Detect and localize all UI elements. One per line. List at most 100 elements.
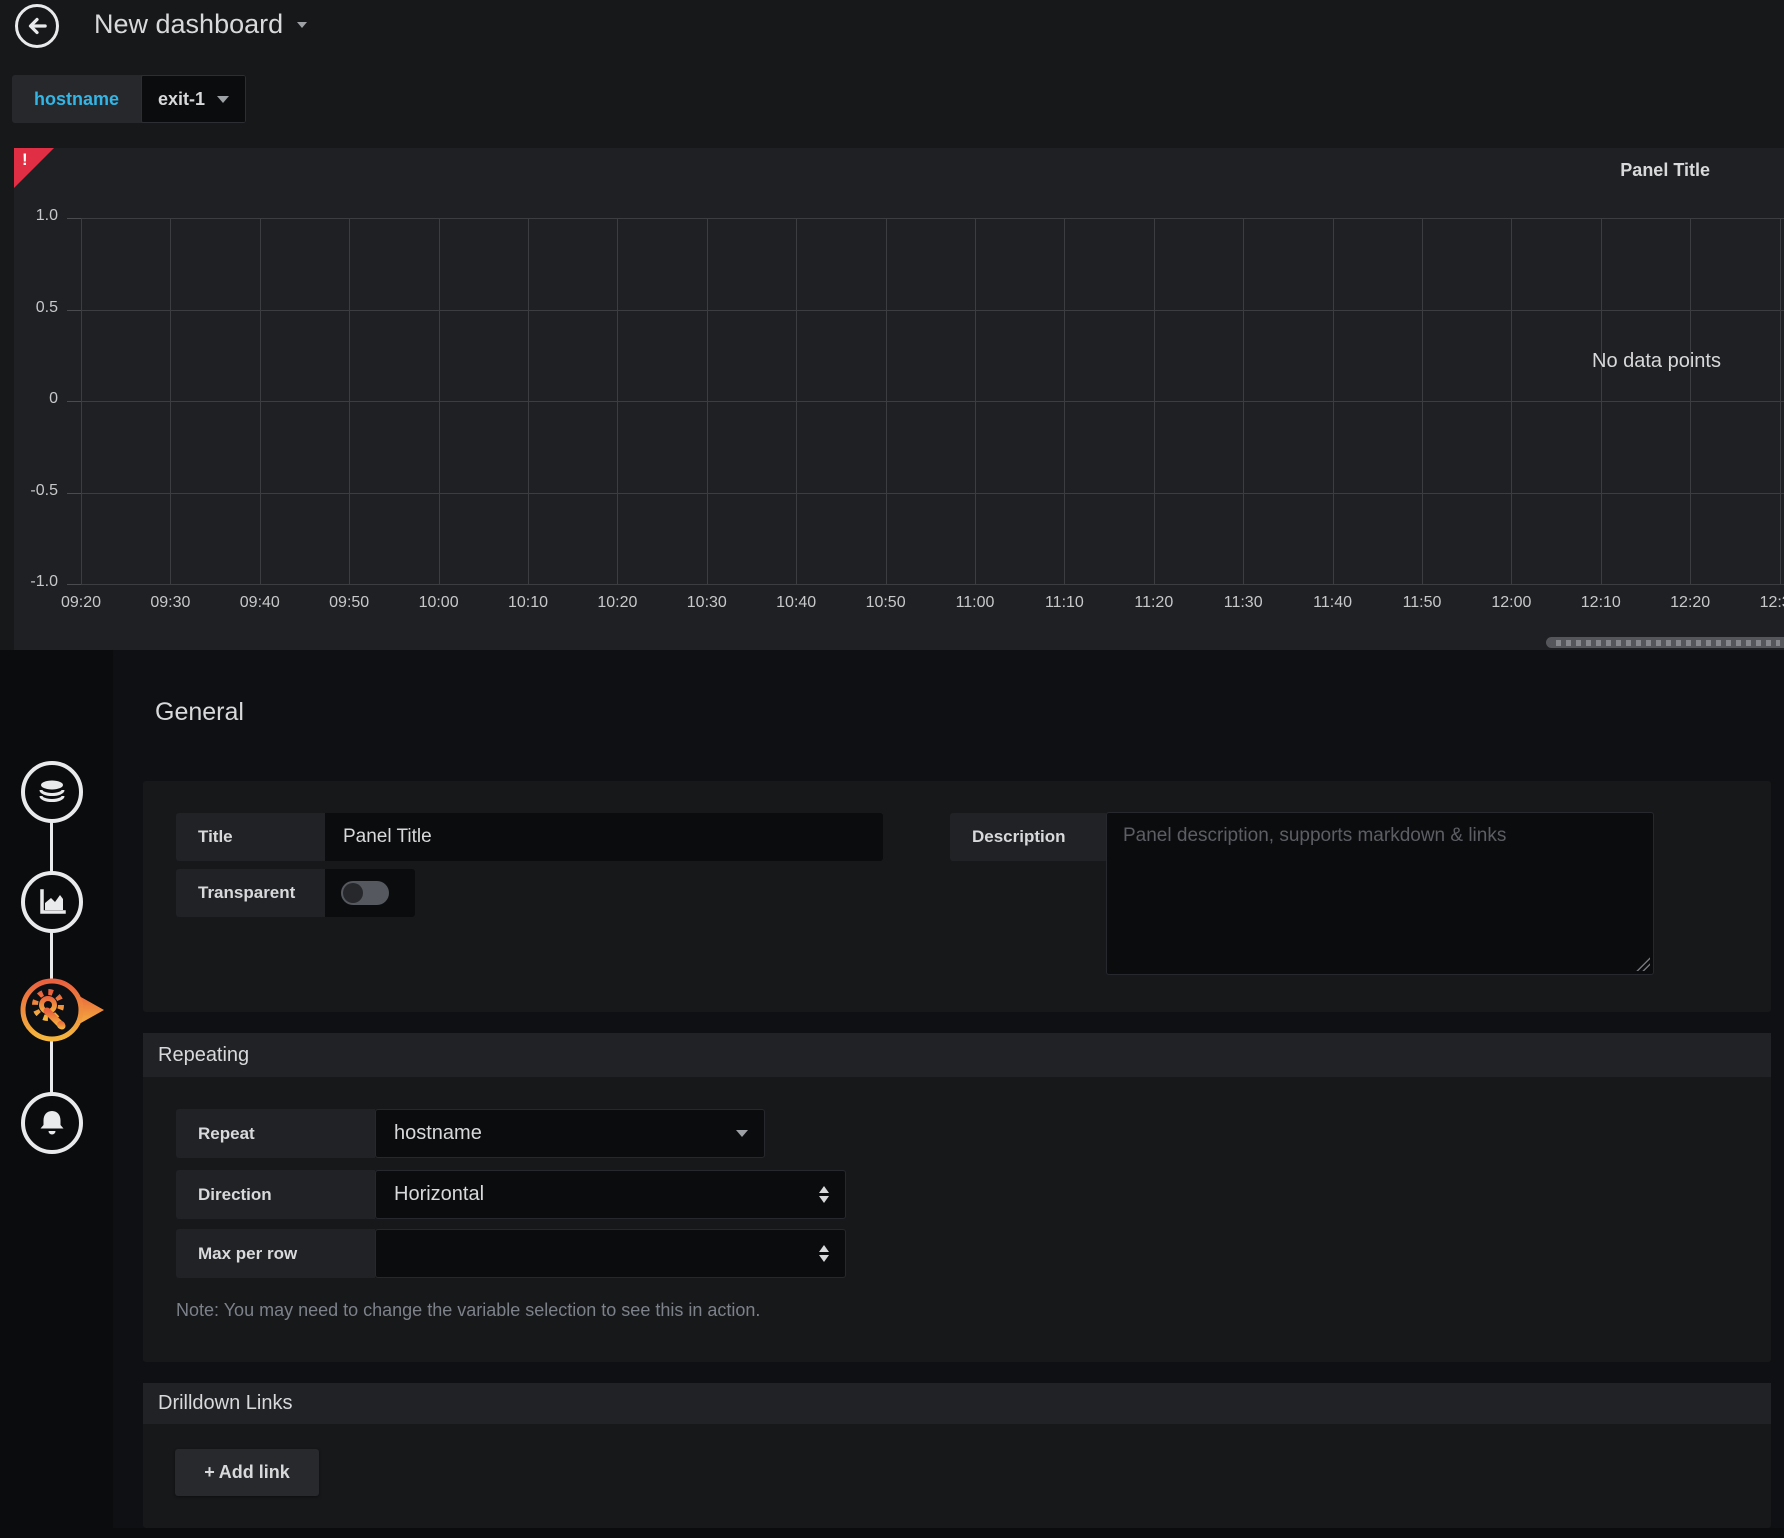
plot-area: 1.00.50-0.5-1.009:2009:3009:4009:5010:00…: [14, 148, 1784, 650]
gridline-horizontal: [81, 310, 1784, 311]
gridline-vertical: [170, 218, 171, 584]
x-axis-tick-label: 12:20: [1650, 594, 1730, 612]
y-tick-mark: [67, 401, 81, 402]
x-axis-tick-label: 11:30: [1203, 594, 1283, 612]
graph-panel: 1.00.50-0.5-1.009:2009:3009:4009:5010:00…: [14, 148, 1784, 650]
x-axis-tick-label: 12:00: [1471, 594, 1551, 612]
variable-name-label: hostname: [12, 75, 141, 123]
y-tick-mark: [67, 584, 81, 585]
drilldown-heading: Drilldown Links: [158, 1392, 293, 1415]
gridline-vertical: [81, 218, 82, 584]
resize-handle-icon[interactable]: [1636, 957, 1650, 971]
add-link-label: Add link: [219, 1462, 290, 1483]
no-data-message: No data points: [1592, 350, 1721, 373]
x-axis-tick-label: 10:10: [488, 594, 568, 612]
toggle-track: [341, 881, 389, 905]
dashboard-top-region: New dashboard hostname exit-1 1.00.50-0.…: [0, 0, 1784, 650]
repeat-select[interactable]: hostname: [375, 1109, 765, 1158]
chevron-down-icon: [297, 22, 307, 28]
transparent-field-label: Transparent: [176, 869, 325, 917]
y-tick-mark: [67, 310, 81, 311]
gridline-vertical: [1243, 218, 1244, 584]
database-icon: [36, 776, 68, 808]
gridline-vertical: [617, 218, 618, 584]
dashboard-title-dropdown[interactable]: New dashboard: [94, 9, 307, 40]
gridline-vertical: [1064, 218, 1065, 584]
general-options-card: Title Transparent Description: [143, 781, 1771, 1012]
general-section-heading: General: [155, 698, 244, 727]
y-axis-tick-label: 1.0: [14, 207, 58, 225]
x-axis-tick-label: 12:30: [1740, 594, 1784, 612]
gridline-vertical: [1154, 218, 1155, 584]
gridline-vertical: [1333, 218, 1334, 584]
chevron-down-icon: [217, 96, 229, 103]
gridline-vertical: [528, 218, 529, 584]
repeating-heading: Repeating: [158, 1044, 249, 1067]
sidebar-tab-visualization[interactable]: [21, 871, 83, 933]
max-per-row-select[interactable]: [375, 1229, 846, 1278]
x-axis-tick-label: 09:50: [309, 594, 389, 612]
template-variable: hostname exit-1: [12, 75, 246, 123]
repeating-options-card: Repeat hostname Direction Horizontal Max…: [143, 1077, 1771, 1362]
description-field-label: Description: [950, 813, 1106, 861]
repeating-section-header: Repeating: [143, 1033, 1771, 1077]
drilldown-section-header: Drilldown Links: [143, 1383, 1771, 1424]
add-link-button[interactable]: +Add link: [175, 1449, 319, 1496]
x-axis-tick-label: 10:40: [756, 594, 836, 612]
transparent-toggle[interactable]: [325, 869, 415, 917]
direction-field-label: Direction: [176, 1170, 375, 1219]
panel-editor: General Title Transparent Description Re…: [113, 650, 1784, 1528]
gridline-vertical: [707, 218, 708, 584]
gridline-vertical: [1690, 218, 1691, 584]
horizontal-scrollbar[interactable]: [1546, 637, 1784, 648]
repeating-note: Note: You may need to change the variabl…: [176, 1300, 760, 1321]
gridline-vertical: [1601, 218, 1602, 584]
x-axis-tick-label: 11:50: [1382, 594, 1462, 612]
x-axis-tick-label: 10:30: [667, 594, 747, 612]
y-axis-tick-label: 0.5: [14, 299, 58, 317]
repeat-value: hostname: [394, 1122, 482, 1145]
bell-icon: [36, 1107, 68, 1139]
gridline-vertical: [439, 218, 440, 584]
scrollbar-dots: [1556, 640, 1780, 646]
x-axis-tick-label: 12:10: [1561, 594, 1641, 612]
panel-title-input[interactable]: [325, 813, 883, 861]
gridline-vertical: [796, 218, 797, 584]
gridline-horizontal: [81, 584, 1784, 585]
sidebar-tab-queries[interactable]: [21, 761, 83, 823]
x-axis-tick-label: 11:40: [1293, 594, 1373, 612]
y-tick-mark: [67, 493, 81, 494]
drilldown-card: +Add link: [143, 1424, 1771, 1528]
x-axis-tick-label: 09:40: [220, 594, 300, 612]
repeat-field-label: Repeat: [176, 1109, 375, 1158]
panel-title[interactable]: Panel Title: [1620, 160, 1710, 181]
max-per-row-field-label: Max per row: [176, 1229, 375, 1278]
panel-error-corner[interactable]: [14, 148, 54, 188]
sidebar-tab-general[interactable]: [14, 972, 110, 1048]
x-axis-tick-label: 10:20: [577, 594, 657, 612]
x-axis-tick-label: 09:30: [130, 594, 210, 612]
gridline-vertical: [260, 218, 261, 584]
toggle-knob: [343, 883, 363, 903]
gridline-horizontal: [81, 218, 1784, 219]
sidebar-tab-alert[interactable]: [21, 1092, 83, 1154]
description-textarea[interactable]: [1106, 812, 1654, 975]
variable-value: exit-1: [158, 89, 205, 110]
y-axis-tick-label: 0: [14, 390, 58, 408]
sidebar-rail-line: [50, 792, 53, 1123]
y-tick-mark: [67, 218, 81, 219]
direction-select[interactable]: Horizontal: [375, 1170, 846, 1219]
x-axis-tick-label: 11:20: [1114, 594, 1194, 612]
gridline-horizontal: [81, 493, 1784, 494]
dashboard-title: New dashboard: [94, 9, 283, 40]
plus-icon: +: [204, 1462, 215, 1483]
gridline-vertical: [1511, 218, 1512, 584]
arrow-left-icon: [24, 13, 50, 39]
title-field-label: Title: [176, 813, 325, 861]
x-axis-tick-label: 11:10: [1024, 594, 1104, 612]
gridline-vertical: [1422, 218, 1423, 584]
variable-value-dropdown[interactable]: exit-1: [141, 75, 246, 123]
chart-icon: [36, 886, 68, 918]
back-button[interactable]: [15, 4, 59, 48]
gear-wrench-icon: [14, 972, 110, 1048]
